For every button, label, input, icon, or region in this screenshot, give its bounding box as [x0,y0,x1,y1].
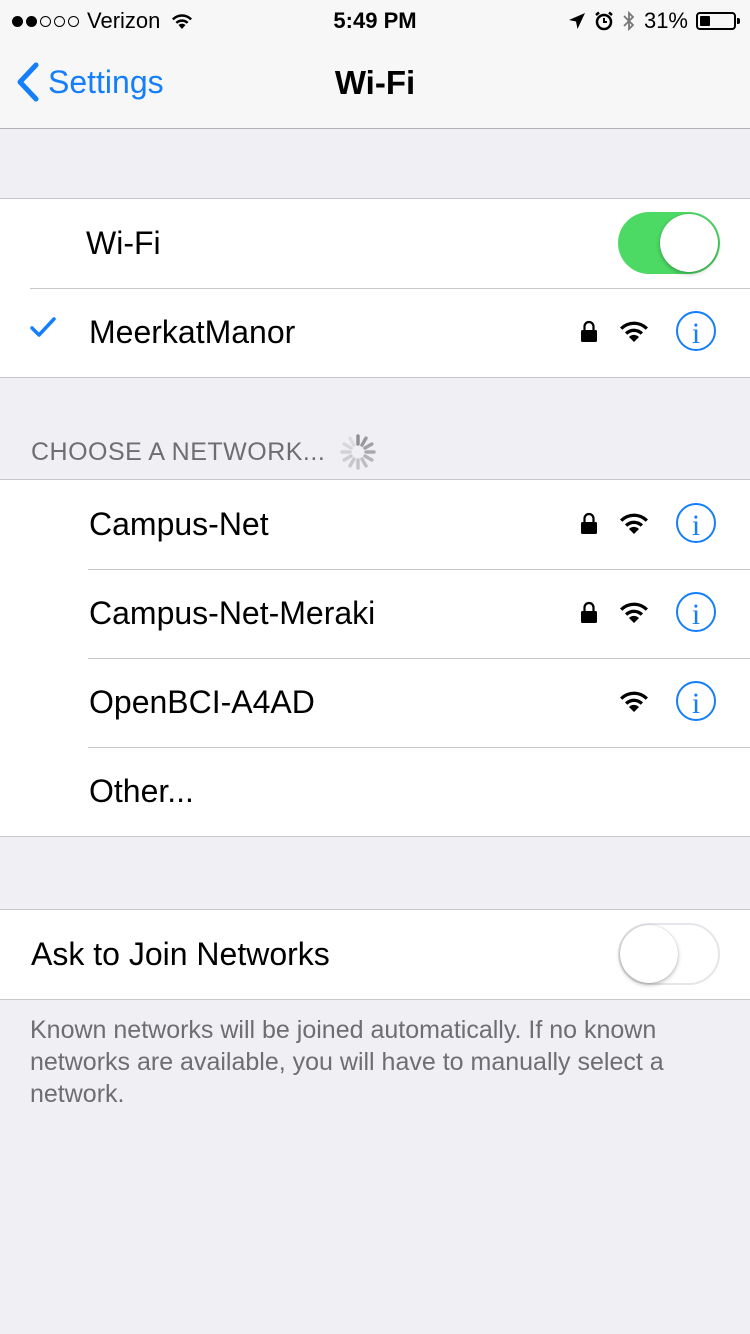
network-list: Campus-Net i Campus-Net-Meraki i OpenBCI… [0,479,750,837]
lock-icon [581,601,597,623]
ask-to-join-footer: Known networks will be joined automatica… [30,1016,664,1108]
status-right: 31% [568,8,740,34]
toggle-knob [620,925,678,983]
bluetooth-icon [623,10,635,32]
status-bar: Verizon 5:49 PM 31% [0,0,750,40]
other-network-label: Other... [89,773,194,809]
battery-icon [696,12,740,30]
wifi-signal-icon [620,513,648,534]
wifi-signal-icon [620,321,648,342]
navigation-bar: Settings Wi-Fi [0,40,750,129]
battery-fill [700,16,710,26]
info-button[interactable]: i [676,311,716,351]
connected-network-row[interactable]: MeerkatManor i [0,288,750,377]
ask-to-join-label: Ask to Join Networks [31,936,330,972]
other-network-row[interactable]: Other... [0,747,750,836]
activity-spinner-icon [340,434,376,470]
wifi-toggle-label: Wi-Fi [86,225,161,261]
battery-nub [737,18,740,24]
choose-network-header: CHOOSE A NETWORK... [31,433,377,471]
battery-percent: 31% [643,8,688,33]
wifi-signal-icon [620,602,648,623]
alarm-icon [595,11,613,31]
network-name: Campus-Net [89,506,269,542]
connected-network-name: MeerkatManor [89,314,296,350]
info-button[interactable]: i [676,503,716,543]
toggle-knob [660,214,718,272]
ask-to-join-row: Ask to Join Networks [0,910,750,999]
choose-network-header-label: CHOOSE A NETWORK... [31,437,326,466]
network-name: Campus-Net-Meraki [89,595,376,631]
network-row[interactable]: OpenBCI-A4AD i [0,658,750,748]
ask-to-join-group: Ask to Join Networks [0,909,750,1000]
network-row[interactable]: Campus-Net i [0,480,750,570]
location-arrow-icon [568,13,585,29]
network-name: OpenBCI-A4AD [89,684,315,720]
lock-icon [581,320,597,342]
info-button[interactable]: i [676,592,716,632]
wifi-toggle-switch[interactable] [618,212,720,274]
ask-to-join-toggle[interactable] [618,923,720,985]
wifi-group: Wi-Fi MeerkatManor i [0,198,750,378]
checkmark-icon [30,317,56,337]
network-row[interactable]: Campus-Net-Meraki i [0,569,750,659]
info-button[interactable]: i [676,681,716,721]
page-title: Wi-Fi [334,64,416,101]
wifi-toggle-row: Wi-Fi [0,199,750,289]
lock-icon [581,512,597,534]
wifi-signal-icon [620,691,648,712]
